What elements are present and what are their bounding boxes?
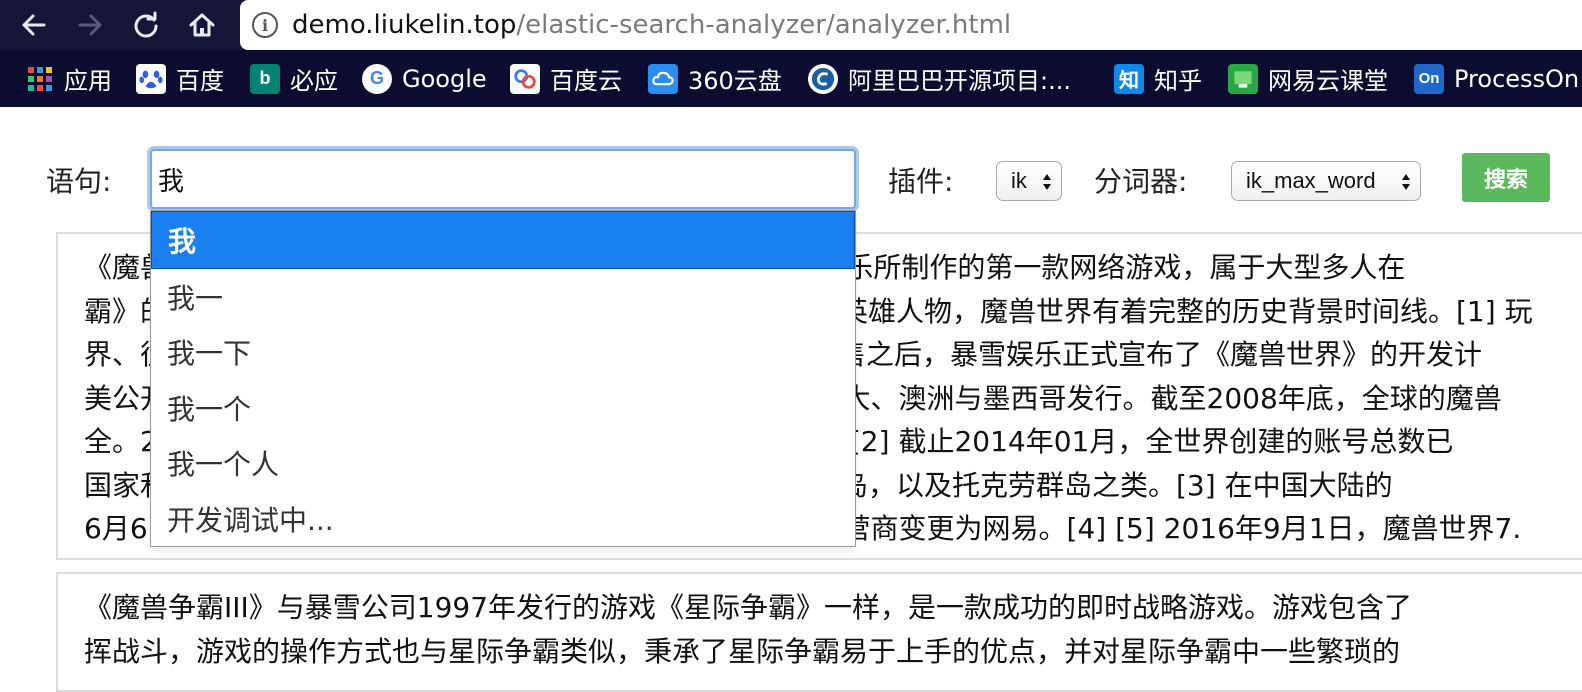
- home-icon: [189, 13, 215, 37]
- bookmark-baidu-cloud[interactable]: 百度云: [510, 50, 622, 107]
- suggestion-item[interactable]: 我一下: [151, 325, 855, 381]
- plugin-select[interactable]: ik: [996, 161, 1062, 201]
- suggestion-item[interactable]: 我一: [151, 269, 855, 325]
- select-arrows-icon: [1043, 174, 1051, 190]
- select-arrows-icon: [1402, 174, 1410, 190]
- arrow-left-icon: [22, 14, 46, 36]
- info-icon[interactable]: i: [252, 12, 278, 38]
- back-button[interactable]: [14, 3, 54, 47]
- url-host: demo.liukelin.top: [292, 10, 517, 40]
- baidu-paw-icon: [136, 63, 166, 94]
- reload-button[interactable]: [126, 3, 166, 47]
- suggestion-item[interactable]: 我: [151, 211, 855, 269]
- suggestion-item[interactable]: 开发调试中...: [151, 491, 855, 547]
- analyzer-label: 分词器:: [1094, 165, 1188, 198]
- baidu-cloud-icon: [510, 63, 540, 94]
- bookmark-google[interactable]: G Google: [362, 50, 487, 107]
- suggestion-item[interactable]: 我一个人: [151, 436, 855, 492]
- address-bar[interactable]: i demo.liukelin.top/elastic-search-analy…: [240, 0, 1582, 50]
- bookmark-360-cloud[interactable]: 360云盘: [648, 50, 782, 107]
- bookmark-label: 网易云课堂: [1268, 67, 1388, 95]
- bookmark-label: 阿里巴巴开源项目:...: [848, 67, 1071, 95]
- google-icon: G: [362, 63, 392, 94]
- plugin-label: 插件:: [888, 165, 954, 198]
- home-button[interactable]: [182, 3, 222, 47]
- sentence-input[interactable]: [150, 149, 856, 209]
- sentence-label: 语句:: [46, 165, 112, 198]
- analyzer-select[interactable]: ik_max_word: [1231, 161, 1421, 201]
- suggestion-item[interactable]: 我一个: [151, 380, 855, 436]
- bookmark-label: Google: [402, 64, 487, 93]
- bookmark-netease-study[interactable]: 网易云课堂: [1228, 50, 1388, 107]
- alibaba-icon: [808, 63, 838, 94]
- bookmark-bing[interactable]: b 必应: [250, 50, 338, 107]
- cloud-disk-icon: [648, 63, 678, 94]
- bookmark-label: 百度云: [550, 67, 622, 95]
- zhihu-icon: 知: [1114, 63, 1144, 94]
- bookmark-processon[interactable]: On ProcessOn: [1414, 50, 1579, 107]
- autocomplete-dropdown: 我 我一 我一下 我一个 我一个人 开发调试中...: [150, 210, 856, 547]
- result-panel: 《魔兽争霸III》与暴雪公司1997年发行的游戏《星际争霸》一样，是一款成功的即…: [56, 572, 1582, 692]
- result-line: 《魔兽争霸III》与暴雪公司1997年发行的游戏《星际争霸》一样，是一款成功的即…: [84, 591, 1413, 624]
- bing-icon: b: [250, 63, 280, 94]
- bookmark-label: 应用: [64, 67, 112, 95]
- reload-icon: [134, 11, 158, 38]
- bookmark-label: 百度: [176, 67, 224, 95]
- forward-button[interactable]: [70, 3, 110, 47]
- netease-study-icon: [1228, 63, 1258, 94]
- plugin-select-value: ik: [1011, 168, 1027, 193]
- bookmark-alibaba[interactable]: 阿里巴巴开源项目:...: [808, 50, 1071, 107]
- bookmarks-bar: 应用 百度 b 必应 G Google 百度云 360云盘 阿里巴巴开源项目:.…: [0, 50, 1582, 107]
- url-path: /elastic-search-analyzer/analyzer.html: [516, 10, 1012, 40]
- bookmark-label: 360云盘: [688, 67, 782, 95]
- search-button[interactable]: 搜索: [1462, 153, 1550, 202]
- bookmark-label: 必应: [290, 67, 338, 95]
- arrow-right-icon: [78, 14, 102, 36]
- bookmark-baidu[interactable]: 百度: [136, 50, 224, 107]
- bookmark-label: ProcessOn: [1454, 64, 1580, 93]
- apps-grid-icon: [26, 65, 54, 93]
- analyzer-select-value: ik_max_word: [1246, 168, 1376, 193]
- result-text: 《魔兽争霸III》与暴雪公司1997年发行的游戏《星际争霸》一样，是一款成功的即…: [58, 574, 1582, 673]
- bookmark-zhihu[interactable]: 知 知乎: [1114, 50, 1202, 107]
- result-line: 挥战斗，游戏的操作方式也与星际争霸类似，秉承了星际争霸易于上手的优点，并对星际争…: [84, 634, 1401, 668]
- bookmark-apps[interactable]: 应用: [26, 50, 112, 107]
- browser-toolbar: i demo.liukelin.top/elastic-search-analy…: [0, 0, 1582, 50]
- processon-icon: On: [1414, 63, 1444, 94]
- bookmark-label: 知乎: [1154, 67, 1202, 95]
